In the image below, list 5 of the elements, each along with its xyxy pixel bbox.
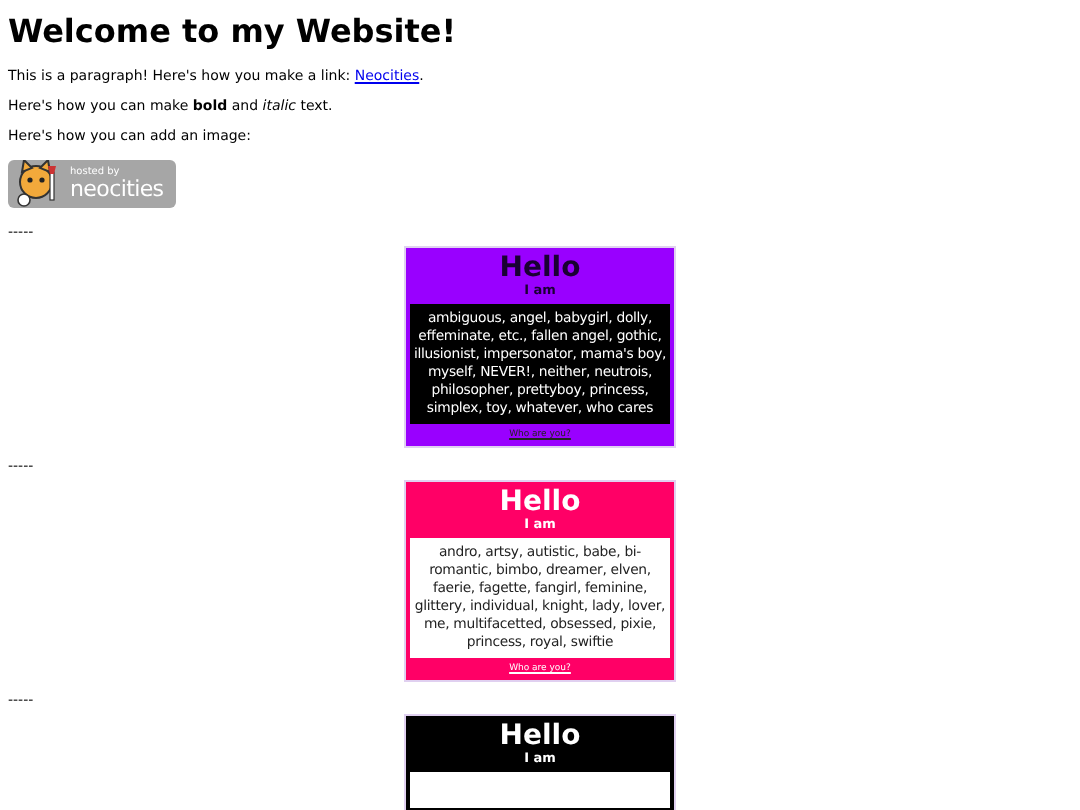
badge-logo-text: neocities (70, 178, 164, 200)
card-title: Hello (497, 722, 583, 752)
card-title: Hello (497, 488, 583, 518)
card-title: Hello (497, 254, 583, 284)
page-heading: Welcome to my Website! (8, 14, 459, 50)
